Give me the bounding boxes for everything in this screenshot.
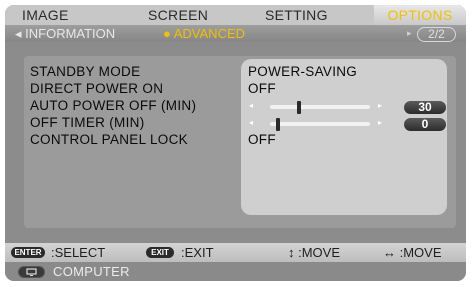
tab-setting[interactable]: SETTING — [265, 5, 328, 25]
auto-power-off-value: 30 — [404, 101, 446, 114]
tab-options[interactable]: OPTIONS — [374, 5, 466, 25]
off-timer-value: 0 — [404, 118, 446, 131]
key-hint-bar: ENTER :SELECT EXIT :EXIT ↕ :MOVE ↔ :MOVE — [5, 243, 466, 262]
input-source-bar: COMPUTER — [5, 262, 466, 281]
slider-right-arrow-icon[interactable]: ▸ — [378, 101, 382, 110]
slider-left-arrow-icon[interactable]: ◂ — [249, 118, 253, 127]
tab-bar: IMAGE SCREEN SETTING OPTIONS — [5, 5, 466, 25]
move-vertical-hint: ↕ :MOVE — [288, 245, 341, 260]
standby-mode-value[interactable]: POWER-SAVING — [248, 64, 357, 79]
subnav-bar: ◂ INFORMATION ● ADVANCED ▸ 2/2 — [5, 25, 466, 42]
monitor-icon — [18, 266, 45, 278]
next-page-arrow-icon[interactable]: ▸ — [407, 25, 412, 42]
off-timer-label[interactable]: OFF TIMER (MIN) — [30, 115, 144, 130]
standby-mode-label[interactable]: STANDBY MODE — [30, 64, 140, 79]
direct-power-on-label[interactable]: DIRECT POWER ON — [30, 81, 163, 96]
exit-hint: :EXIT — [181, 245, 214, 260]
osd-menu: IMAGE SCREEN SETTING OPTIONS ◂ INFORMATI… — [5, 5, 466, 281]
slider-left-arrow-icon[interactable]: ◂ — [249, 101, 253, 110]
subnav-information[interactable]: ◂ INFORMATION — [15, 25, 115, 42]
tab-screen[interactable]: SCREEN — [148, 5, 208, 25]
control-panel-lock-label[interactable]: CONTROL PANEL LOCK — [30, 132, 188, 147]
subnav-advanced[interactable]: ● ADVANCED — [163, 25, 245, 42]
auto-power-off-slider[interactable] — [270, 105, 370, 109]
auto-power-off-label[interactable]: AUTO POWER OFF (MIN) — [30, 98, 196, 113]
input-source-label: COMPUTER — [53, 264, 130, 279]
tab-image[interactable]: IMAGE — [22, 5, 69, 25]
off-timer-slider[interactable] — [270, 122, 370, 126]
slider-right-arrow-icon[interactable]: ▸ — [378, 118, 382, 127]
page-indicator: 2/2 — [417, 27, 456, 42]
select-hint: :SELECT — [51, 245, 106, 260]
direct-power-on-value[interactable]: OFF — [248, 81, 276, 96]
auto-power-off-slider-handle[interactable] — [297, 101, 301, 114]
enter-key-icon: ENTER — [11, 247, 45, 258]
control-panel-lock-value[interactable]: OFF — [248, 132, 276, 147]
off-timer-slider-handle[interactable] — [276, 118, 280, 131]
exit-key-icon: EXIT — [146, 247, 174, 258]
move-horizontal-hint: ↔ :MOVE — [383, 245, 442, 260]
